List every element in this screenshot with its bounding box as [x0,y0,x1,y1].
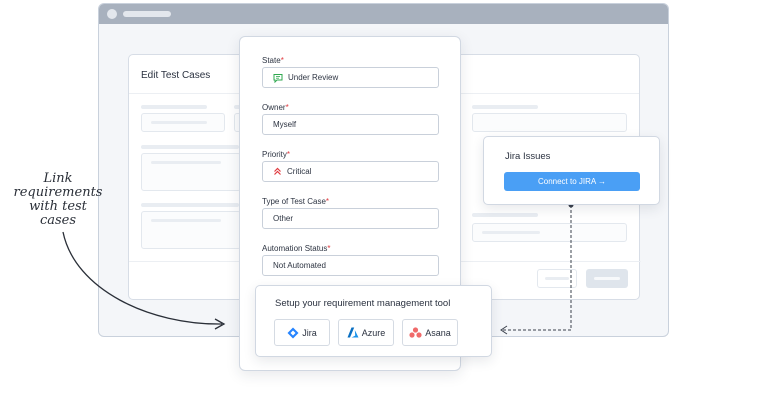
priority-label: Priority* [262,150,291,159]
type-label: Type of Test Case* [262,197,330,206]
asana-logo-icon [409,327,422,338]
annotation-line: cases [39,213,77,228]
jira-logo-icon [287,327,299,338]
annotation-line: with test [29,199,87,214]
type-select[interactable]: Other [262,208,439,229]
automation-value: Not Automated [273,261,326,270]
state-label: State* [262,56,284,65]
state-select[interactable]: Under Review [262,67,439,88]
asana-tool-button[interactable]: Asana [402,319,458,346]
jira-connector-line [502,205,572,331]
annotation-line: Link [43,171,73,186]
priority-value: Critical [287,167,312,176]
state-value: Under Review [288,73,339,82]
owner-select[interactable]: Myself [262,114,439,135]
azure-logo-icon [347,327,359,338]
setup-tool-card: Setup your requirement management tool J… [255,285,492,357]
jira-issues-title: Jira Issues [505,151,551,162]
automation-select[interactable]: Not Automated [262,255,439,276]
setup-title: Setup your requirement management tool [275,298,451,309]
type-value: Other [273,214,294,223]
jira-issues-card: Jira Issues Connect to JIRA → [483,136,660,205]
chat-bubble-icon [273,73,283,83]
azure-tool-button[interactable]: Azure [338,319,394,346]
jira-tool-label: Jira [302,327,317,338]
annotation-text: Link requirements with test cases [8,172,108,228]
jira-tool-button[interactable]: Jira [274,319,330,346]
annotation-line: requirements [13,185,103,200]
connect-to-jira-button[interactable]: Connect to JIRA → [504,172,640,191]
azure-tool-label: Azure [361,327,386,338]
annotation-arrow [62,231,223,325]
owner-value: Myself [273,120,297,129]
double-chevron-up-icon [274,167,281,175]
asana-tool-label: Asana [425,327,451,338]
owner-label: Owner* [262,103,289,112]
priority-select[interactable]: Critical [262,161,439,182]
automation-label: Automation Status* [262,244,331,253]
